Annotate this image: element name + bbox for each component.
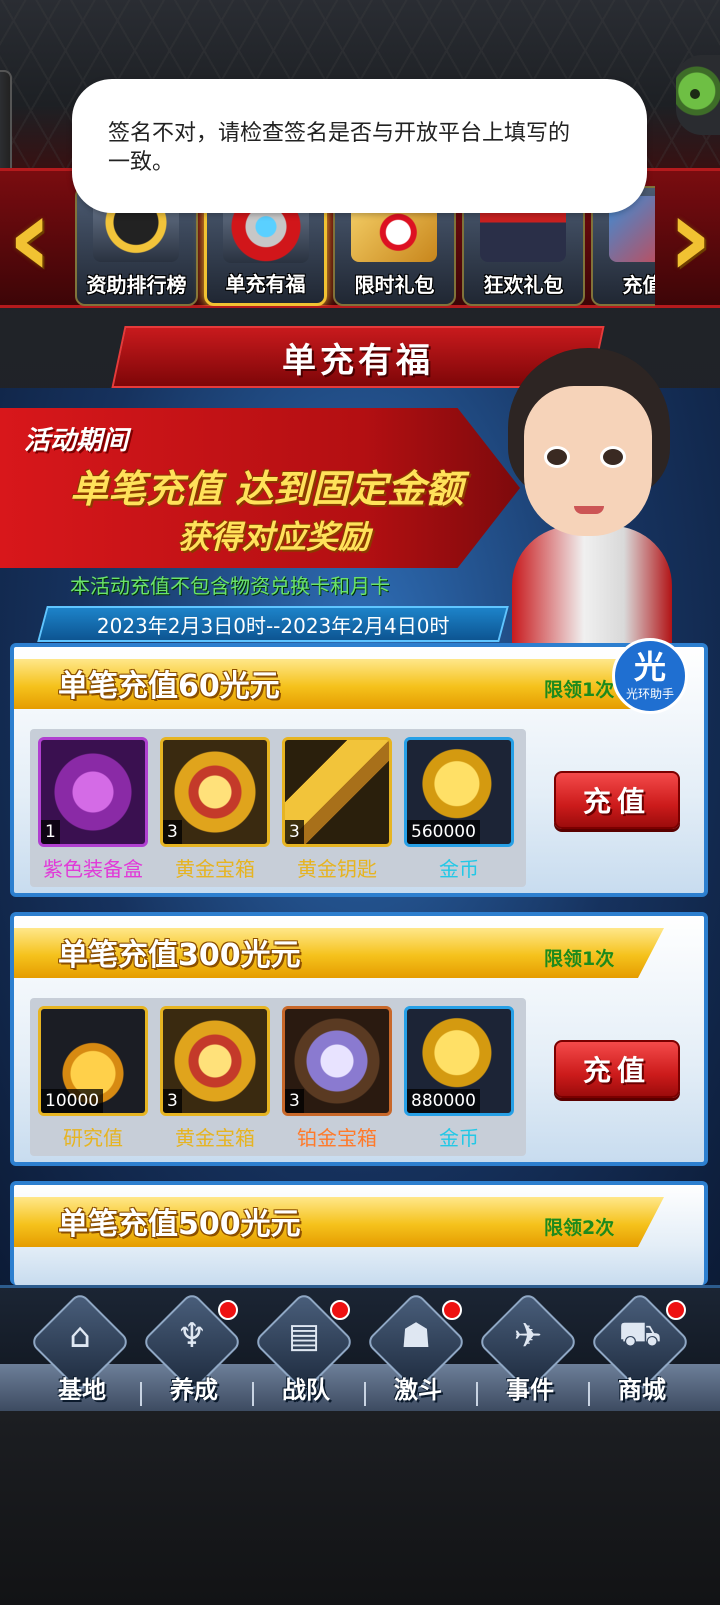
item-qty: 3 (163, 1089, 182, 1113)
nav-item-base[interactable]: ⌂ 基地 (29, 1291, 134, 1408)
trophy-icon: ♆ (176, 1316, 208, 1356)
date-range-bar: 2023年2月3日0时--2023年2月4日0时 (37, 606, 509, 642)
nav-item-team[interactable]: ▤ 战队 (253, 1291, 358, 1408)
gold-key-icon: 3 (282, 737, 392, 847)
category-label: 限时礼包 (354, 273, 435, 297)
item-qty: 3 (285, 820, 304, 844)
event-note: 本活动充值不包含物资兑换卡和月卡 (70, 574, 390, 598)
gold-coin-icon: 560000 (404, 737, 514, 847)
nav-label: 养成 (170, 1376, 218, 1404)
reward-item[interactable]: 3 铂金宝箱 (282, 1006, 392, 1151)
hero-helmet-icon: ☗ (400, 1316, 432, 1356)
base-icon: ⌂ (69, 1316, 91, 1356)
toast-message: 签名不对，请检查签名是否与开放平台上填写的一致。 (72, 79, 647, 213)
item-name: 研究值 (63, 1126, 123, 1150)
event-line-1: 单笔充值 达到固定金额 (70, 467, 464, 511)
tier-limit: 限领1次 (544, 948, 615, 970)
mascot-float-icon[interactable] (676, 55, 720, 135)
flask-icon: 10000 (38, 1006, 148, 1116)
arrow-left-icon[interactable]: ‹ (2, 177, 58, 297)
notification-dot (218, 1300, 238, 1320)
event-line-2: 获得对应奖励 (178, 518, 371, 556)
cards-icon: ▤ (287, 1316, 321, 1356)
nav-label: 商城 (618, 1376, 666, 1404)
recharge-button[interactable]: 充值 (554, 771, 680, 829)
nav-label: 基地 (58, 1376, 106, 1404)
reward-item[interactable]: 560000 金币 (404, 737, 514, 882)
item-qty: 3 (285, 1089, 304, 1113)
item-qty: 880000 (407, 1089, 480, 1113)
reward-item[interactable]: 3 黄金宝箱 (160, 1006, 270, 1151)
arrow-right-icon[interactable]: › (662, 177, 718, 297)
reward-card-tier-3: 单笔充值500光元 限领2次 (10, 1181, 708, 1285)
helper-badge[interactable]: 光 光环助手 (612, 638, 688, 714)
item-name: 紫色装备盒 (43, 857, 143, 881)
item-qty: 560000 (407, 820, 480, 844)
reward-item[interactable]: 10000 研究值 (38, 1006, 148, 1151)
nav-label: 事件 (506, 1376, 554, 1404)
bottom-nav: ⌂ 基地 ♆ 养成 ▤ 战队 ☗ 激斗 ✈ 事件 ⛟ 商城 (0, 1285, 720, 1412)
helper-badge-label: 光环助手 (625, 687, 674, 701)
nav-label: 战队 (282, 1376, 330, 1404)
reward-item[interactable]: 3 黄金宝箱 (160, 737, 270, 882)
bottom-frame (0, 1411, 720, 1605)
item-name: 铂金宝箱 (297, 1126, 377, 1150)
item-name: 金币 (439, 1126, 479, 1150)
category-label: 充值返 (622, 273, 656, 297)
nav-item-battle[interactable]: ☗ 激斗 (365, 1291, 470, 1408)
side-handle[interactable] (0, 70, 12, 180)
nav-item-shop[interactable]: ⛟ 商城 (589, 1291, 694, 1408)
event-banner: 活动期间 单笔充值 达到固定金额 获得对应奖励 (0, 408, 520, 568)
tier-title: 单笔充值300光元 (58, 938, 301, 973)
reward-items: 1 紫色装备盒 3 黄金宝箱 3 黄金钥匙 560000 金币 (30, 729, 526, 887)
reward-card-tier-1: 单笔充值60光元 限领1次 1 紫色装备盒 3 黄金宝箱 3 黄金钥匙 5600… (10, 643, 708, 897)
gold-chest-icon: 3 (160, 1006, 270, 1116)
item-qty: 10000 (41, 1089, 104, 1113)
cart-icon: ⛟ (618, 1313, 662, 1354)
category-label: 资助排行榜 (86, 273, 187, 297)
gold-coin-icon: 880000 (404, 1006, 514, 1116)
tier-limit: 限领2次 (544, 1217, 615, 1239)
category-label: 狂欢礼包 (483, 273, 564, 297)
purple-box-icon: 1 (38, 737, 148, 847)
tier-title: 单笔充值60光元 (58, 669, 280, 704)
nav-item-events[interactable]: ✈ 事件 (477, 1291, 582, 1408)
reward-item[interactable]: 1 紫色装备盒 (38, 737, 148, 882)
item-name: 黄金宝箱 (175, 857, 255, 881)
reward-items: 10000 研究值 3 黄金宝箱 3 铂金宝箱 880000 金币 (30, 998, 526, 1156)
item-qty: 1 (41, 820, 60, 844)
tier-title: 单笔充值500光元 (58, 1207, 301, 1242)
tier-limit: 限领1次 (544, 679, 615, 701)
notification-dot (666, 1300, 686, 1320)
helper-badge-glyph: 光 (633, 648, 666, 686)
platinum-chest-icon: 3 (282, 1006, 392, 1116)
notification-dot (330, 1300, 350, 1320)
item-name: 黄金宝箱 (175, 1126, 255, 1150)
character-portrait (502, 348, 678, 648)
item-qty: 3 (163, 820, 182, 844)
category-label: 单充有福 (225, 272, 306, 296)
app-screen: ‹ 资助排行榜 单充有福 限时礼包 狂欢礼包 充值返 › (0, 0, 720, 1605)
date-range: 2023年2月3日0时--2023年2月4日0时 (96, 613, 450, 638)
gold-chest-icon: 3 (160, 737, 270, 847)
item-name: 金币 (439, 857, 479, 881)
item-name: 黄金钥匙 (297, 857, 377, 881)
reward-item[interactable]: 3 黄金钥匙 (282, 737, 392, 882)
jet-icon: ✈ (513, 1316, 543, 1356)
reward-card-tier-2: 单笔充值300光元 限领1次 10000 研究值 3 黄金宝箱 3 铂金宝箱 8… (10, 912, 708, 1166)
reward-item[interactable]: 880000 金币 (404, 1006, 514, 1151)
event-header: 活动期间 (24, 426, 129, 456)
recharge-button[interactable]: 充值 (554, 1040, 680, 1098)
nav-label: 激斗 (394, 1376, 442, 1404)
nav-item-growth[interactable]: ♆ 养成 (141, 1291, 246, 1408)
notification-dot (442, 1300, 462, 1320)
